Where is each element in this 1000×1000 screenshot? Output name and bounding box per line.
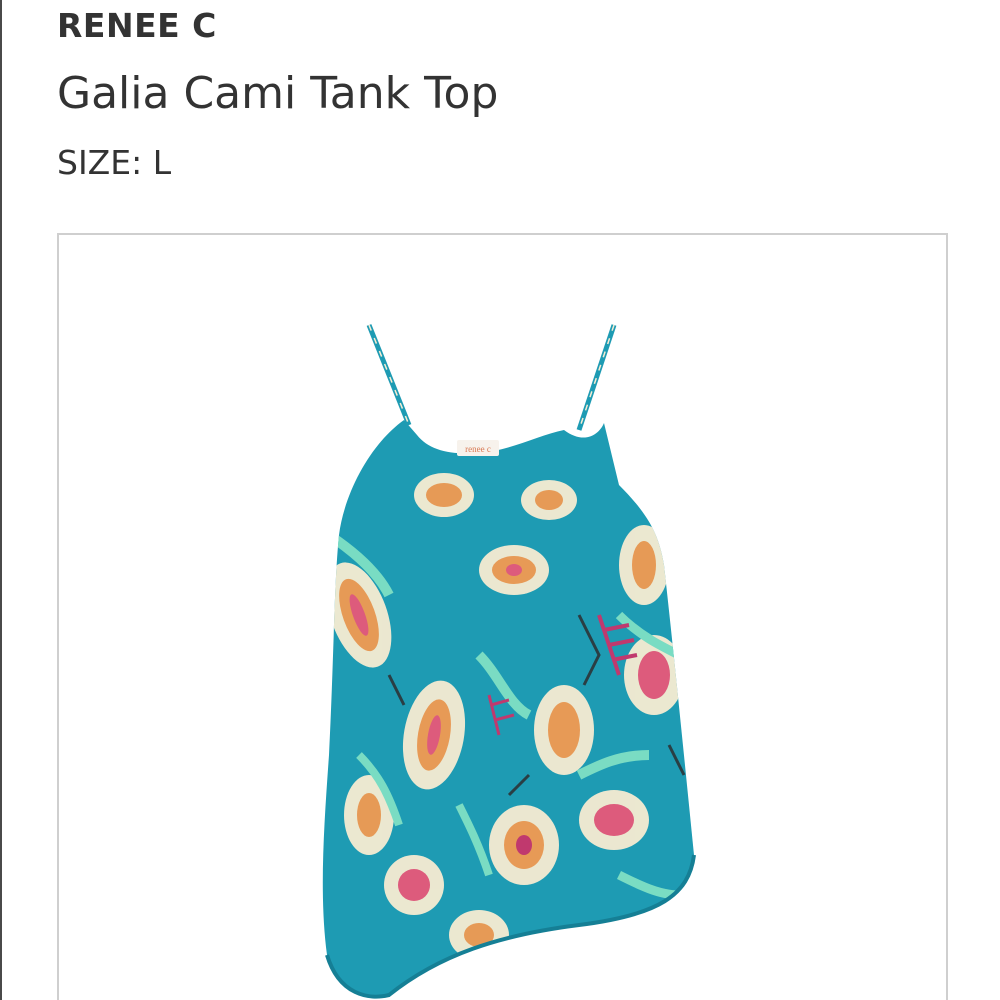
product-image-frame[interactable]: renee c [57,233,948,1000]
garment-body [322,420,694,997]
brand-name: RENEE C [57,6,217,45]
size-info: SIZE: L [57,143,171,182]
brand-tag-text: renee c [465,444,491,454]
product-image[interactable]: renee c [59,235,946,1000]
size-label: SIZE: [57,143,143,182]
product-detail-page: RENEE C Galia Cami Tank Top SIZE: L rene… [0,0,1000,1000]
size-value: L [152,143,172,182]
product-title: Galia Cami Tank Top [57,68,499,119]
